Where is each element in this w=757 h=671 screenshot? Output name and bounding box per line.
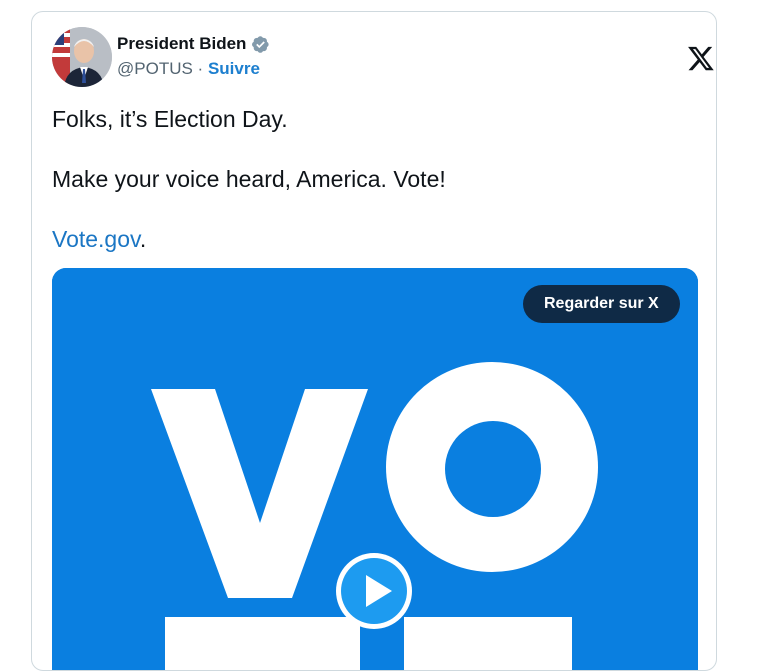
link-suffix: . bbox=[139, 226, 147, 252]
play-icon[interactable] bbox=[334, 551, 414, 631]
x-logo-icon[interactable] bbox=[687, 44, 715, 72]
avatar-image bbox=[52, 27, 112, 87]
tweet-link-line: Vote.gov. bbox=[52, 224, 692, 254]
video-media[interactable]: VO Regarder sur X bbox=[52, 268, 698, 670]
tweet-text: Folks, it’s Election Day. Make your voic… bbox=[52, 104, 692, 284]
tweet-line: Make your voice heard, America. Vote! bbox=[52, 166, 446, 192]
vote-gov-link[interactable]: Vote.gov bbox=[52, 226, 140, 252]
name-row: President Biden bbox=[117, 32, 270, 56]
author-identity: President Biden @POTUS · Suivre bbox=[117, 32, 270, 81]
tweet-embed-card: President Biden @POTUS · Suivre Folks, i… bbox=[31, 11, 717, 671]
avatar[interactable] bbox=[52, 27, 112, 87]
tweet-line: Folks, it’s Election Day. bbox=[52, 106, 288, 132]
handle-row: @POTUS · Suivre bbox=[117, 57, 270, 81]
verified-badge-icon bbox=[251, 35, 270, 54]
author-display-name[interactable]: President Biden bbox=[117, 34, 246, 54]
separator-dot: · bbox=[192, 59, 208, 78]
tweet-header: President Biden @POTUS · Suivre bbox=[52, 27, 714, 87]
author-handle[interactable]: @POTUS bbox=[117, 59, 193, 79]
follow-button[interactable]: Suivre bbox=[208, 59, 260, 79]
watch-on-x-button[interactable]: Regarder sur X bbox=[523, 285, 680, 323]
